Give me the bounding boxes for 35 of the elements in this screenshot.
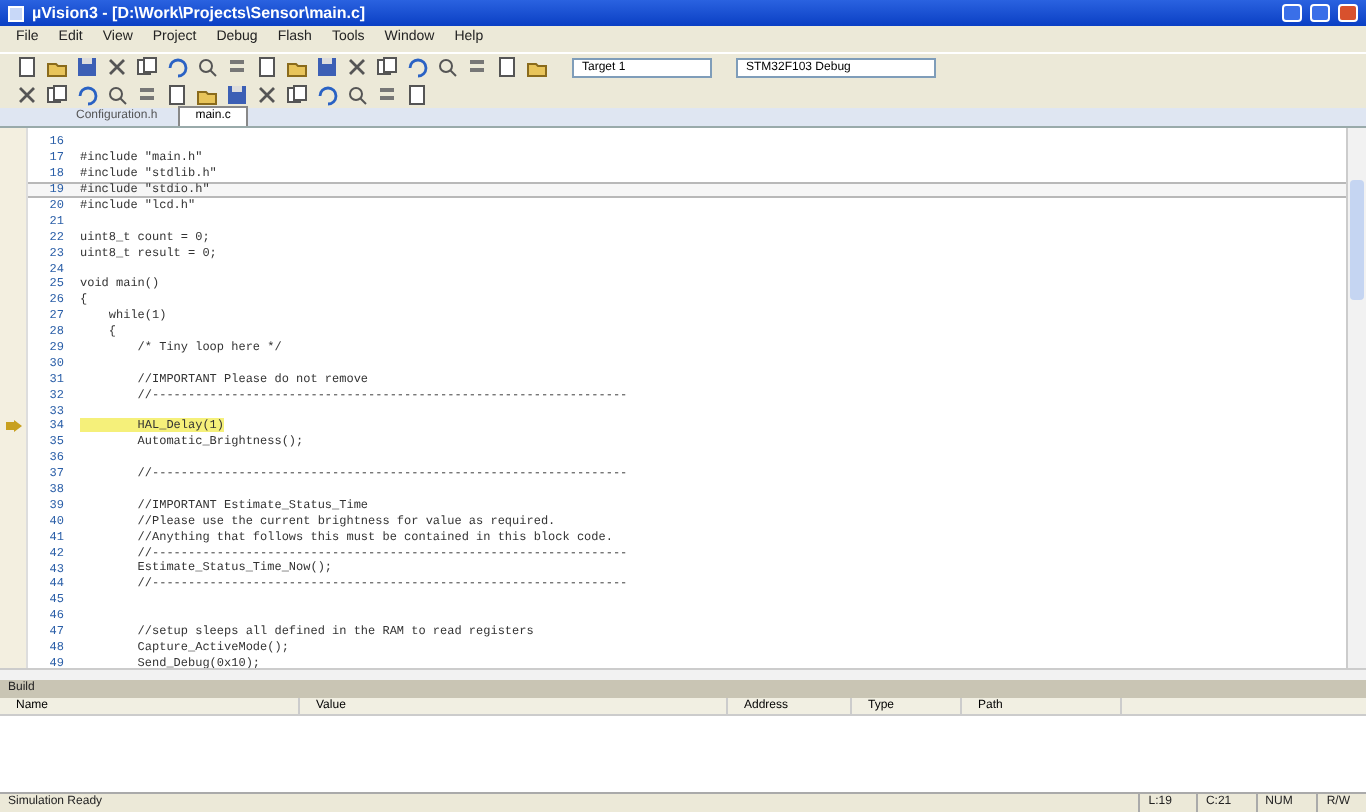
toolbar-icon[interactable] (346, 83, 368, 105)
toolbar-icon[interactable] (436, 56, 458, 78)
toolbar-icon[interactable] (136, 56, 158, 78)
toolbar-icon[interactable] (16, 83, 38, 105)
close-button[interactable] (1338, 4, 1358, 22)
toolbar-icon[interactable] (106, 83, 128, 105)
window-title: µVision3 - [D:\Work\Projects\Sensor\main.c] (32, 5, 366, 21)
toolbar-icon[interactable] (376, 56, 398, 78)
toolbar-icon[interactable] (466, 56, 488, 78)
toolbar-icon[interactable] (346, 56, 368, 78)
toolbar-icon[interactable] (286, 83, 308, 105)
toolbar-icon[interactable] (196, 56, 218, 78)
toolbar-icon[interactable] (316, 83, 338, 105)
toolbar-icon[interactable] (316, 56, 338, 78)
horizontal-scrollbar[interactable] (0, 668, 1366, 680)
toolbar-icon[interactable] (136, 83, 158, 105)
toolbar-icon[interactable] (256, 83, 278, 105)
toolbar-icon[interactable] (16, 56, 38, 78)
toolbar-icon[interactable] (46, 83, 68, 105)
toolbar-icon[interactable] (376, 83, 398, 105)
minimize-button[interactable] (1282, 4, 1302, 22)
toolbar-icon[interactable] (406, 83, 428, 105)
app-icon (8, 5, 24, 21)
toolbar-icon[interactable] (406, 56, 428, 78)
toolbar-icon[interactable] (226, 56, 248, 78)
toolbar-icon[interactable] (166, 83, 188, 105)
toolbar-icon[interactable] (106, 56, 128, 78)
toolbar-icon[interactable] (496, 56, 518, 78)
toolbar-icon[interactable] (256, 56, 278, 78)
toolbar-icon[interactable] (166, 56, 188, 78)
toolbar-icon[interactable] (76, 56, 98, 78)
toolbar-icon[interactable] (76, 83, 98, 105)
maximize-button[interactable] (1310, 4, 1330, 22)
vertical-scrollbar[interactable] (1346, 128, 1366, 668)
toolbar-icon[interactable] (226, 83, 248, 105)
